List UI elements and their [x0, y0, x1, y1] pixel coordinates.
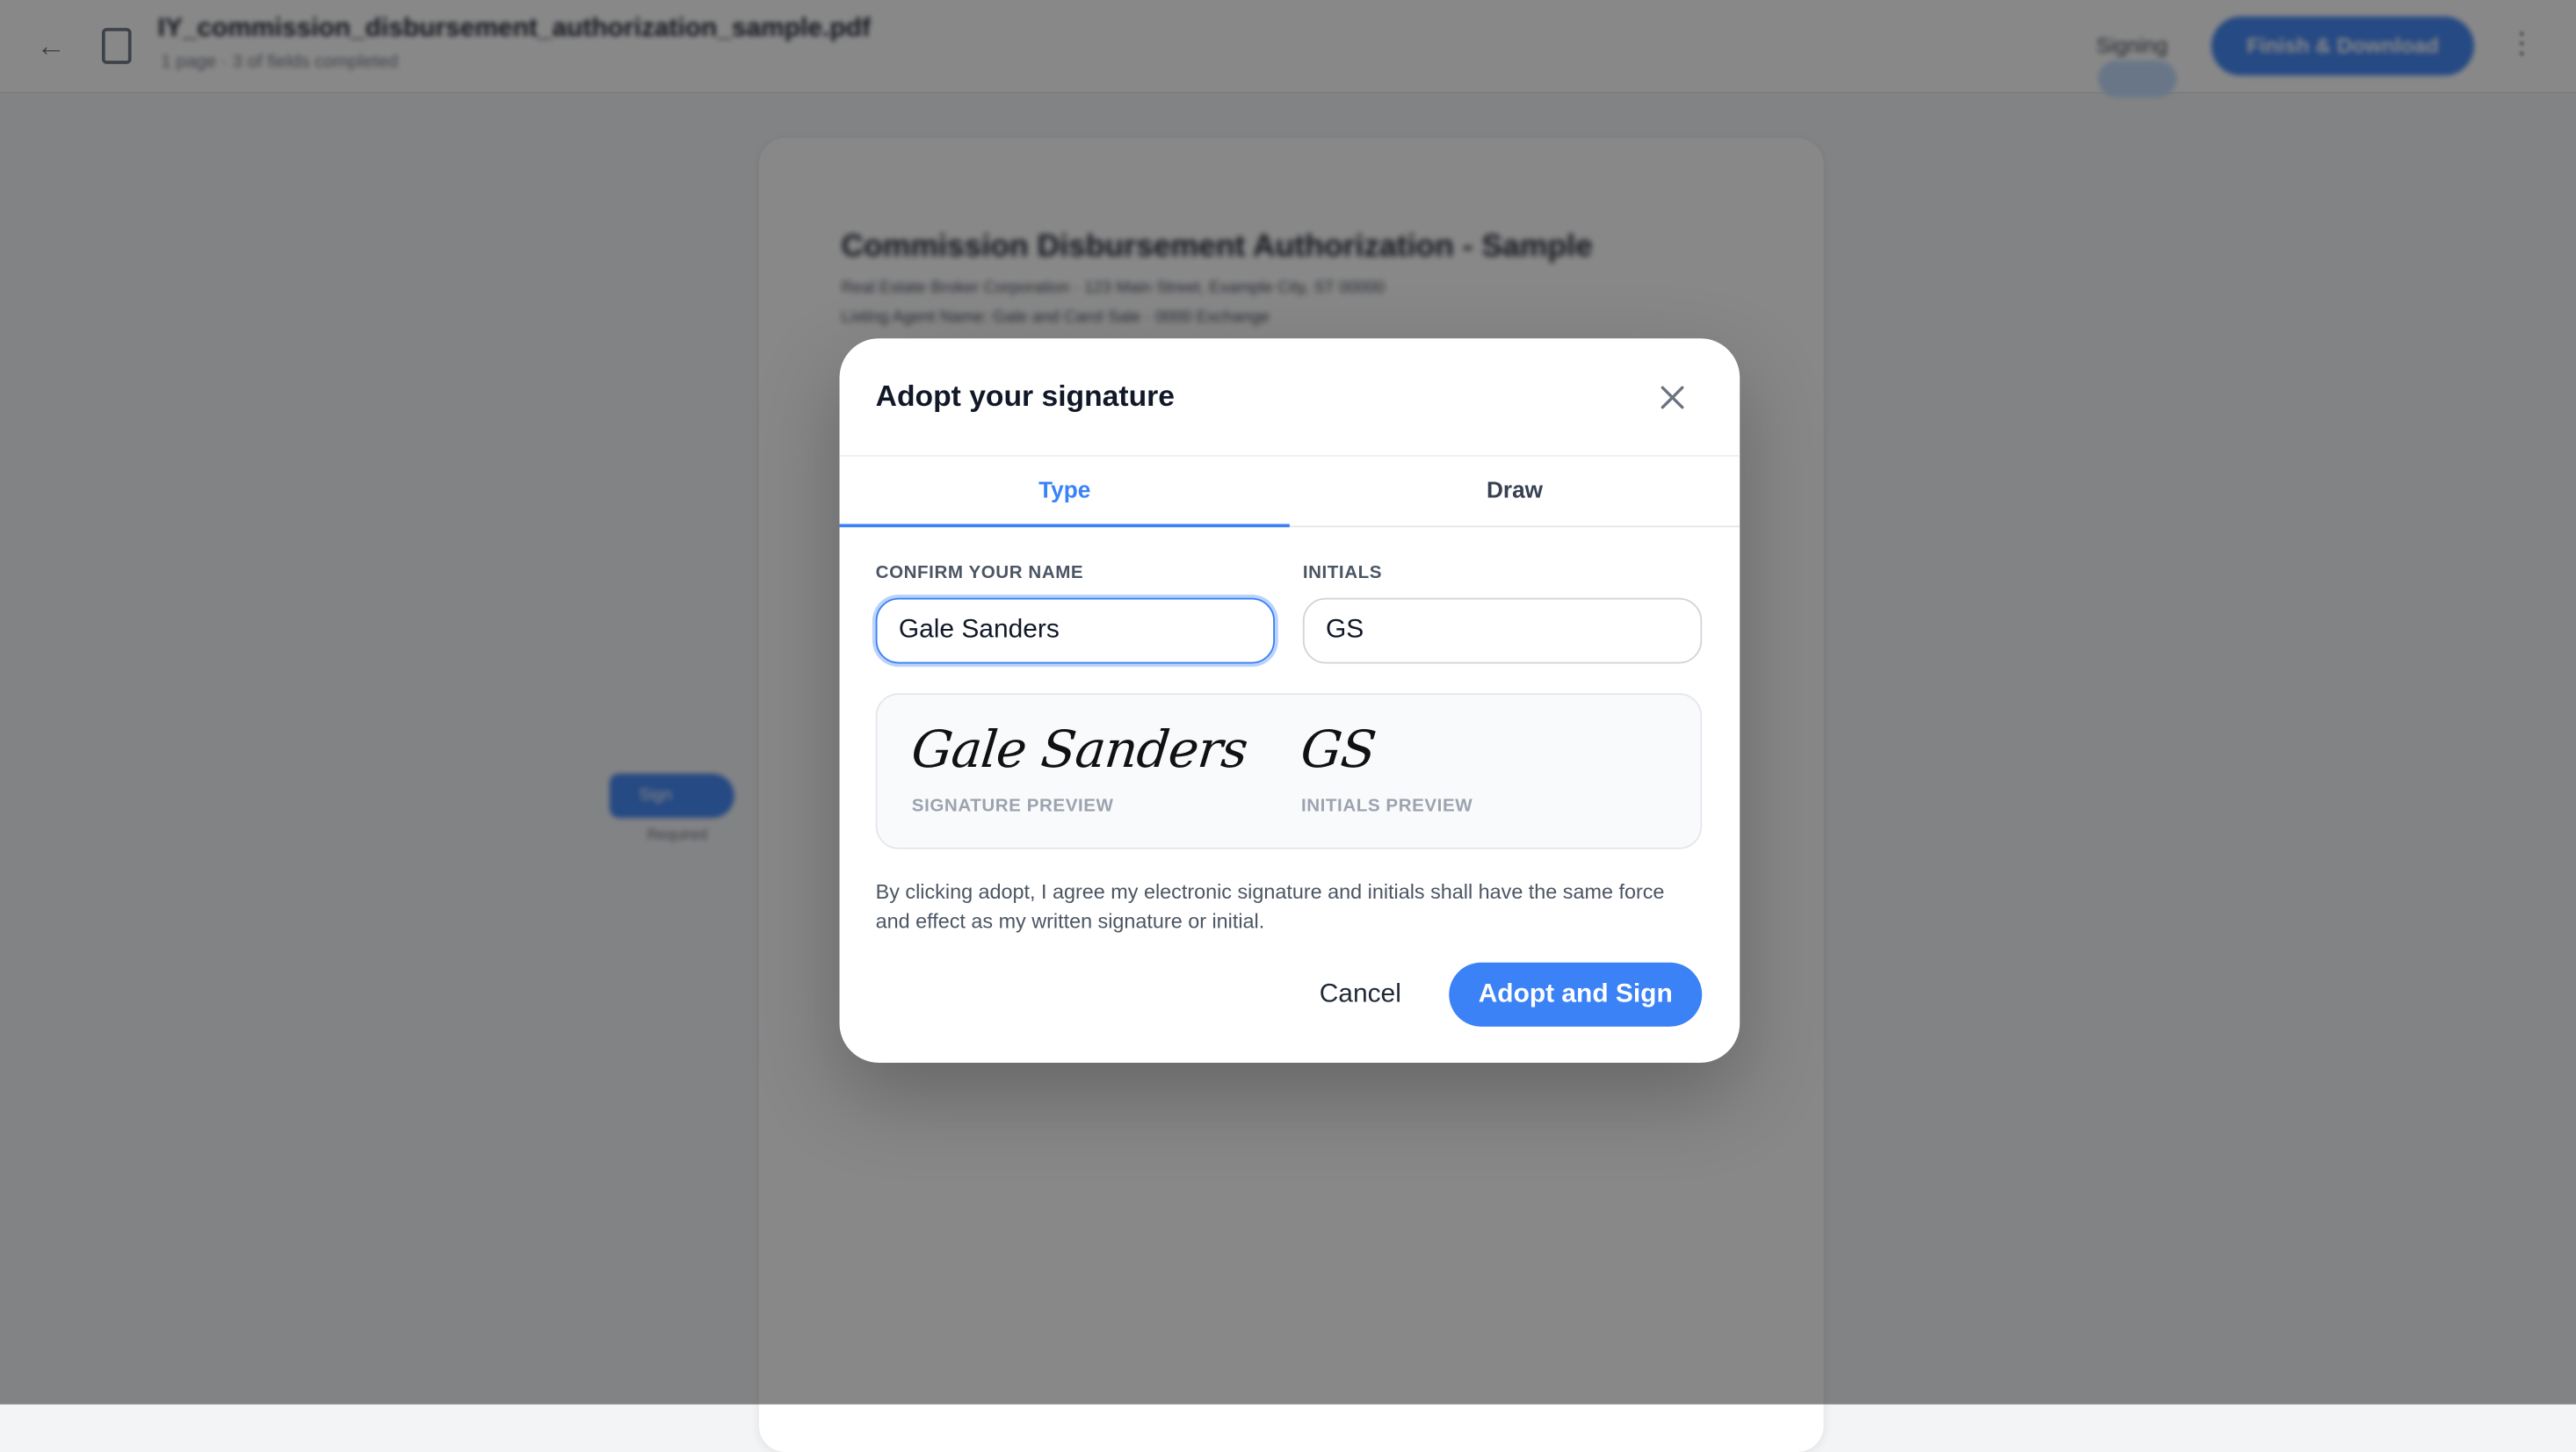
- signature-preview: Gale Sanders: [908, 720, 1250, 781]
- cancel-button[interactable]: Cancel: [1299, 963, 1421, 1027]
- name-input[interactable]: [875, 597, 1276, 664]
- initials-field-label: INITIALS: [1302, 563, 1383, 583]
- close-button[interactable]: [1654, 379, 1690, 415]
- signature-preview-panel: Gale Sanders SIGNATURE PREVIEW GS INITIA…: [875, 693, 1703, 849]
- dialog-title: Adopt your signature: [875, 379, 1176, 413]
- initials-input[interactable]: [1302, 597, 1703, 664]
- initials-preview: GS: [1298, 720, 1378, 781]
- adopt-signature-dialog: Adopt your signature Type Draw CONFIRM Y…: [839, 338, 1740, 1063]
- consent-disclaimer: By clicking adopt, I agree my electronic…: [875, 880, 1665, 934]
- close-icon: [1661, 386, 1684, 409]
- signature-tabs: Type Draw: [839, 454, 1740, 528]
- adopt-and-sign-button[interactable]: Adopt and Sign: [1449, 962, 1703, 1027]
- tab-draw[interactable]: Draw: [1290, 457, 1740, 526]
- tab-type[interactable]: Type: [839, 457, 1290, 528]
- initials-preview-label: INITIALS PREVIEW: [1300, 796, 1473, 817]
- name-field-label: CONFIRM YOUR NAME: [875, 563, 1084, 583]
- screen: ← IY_commission_disbursement_authorizati…: [0, 0, 2576, 1452]
- signature-preview-label: SIGNATURE PREVIEW: [911, 796, 1114, 817]
